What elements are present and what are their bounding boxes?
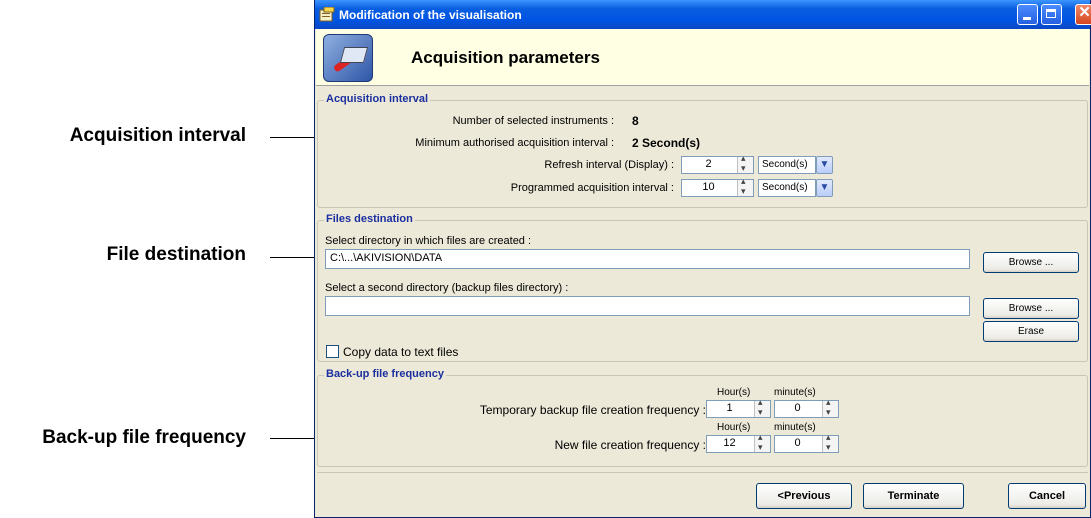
stepper-value: 0 [794,402,801,414]
callout-backup-frequency: Back-up file frequency [42,427,246,448]
copy-to-text-label[interactable]: Copy data to text files [343,345,458,359]
browse-button[interactable]: Browse ... [983,252,1079,273]
erase-button[interactable]: Erase [983,321,1079,342]
second-directory-label: Select a second directory (backup files … [325,282,569,294]
new-hours-stepper[interactable]: 12 [706,432,771,453]
select-value: Second(s) [762,159,808,170]
instruments-value: 8 [632,114,639,128]
close-button[interactable] [1075,2,1091,25]
tools-icon [323,34,373,82]
page-title: Acquisition parameters [411,48,600,67]
dialog-window: Modification of the visualisation Acquis… [314,0,1091,518]
maximize-button[interactable] [1041,4,1062,25]
callout-acquisition-interval: Acquisition interval [69,125,246,146]
dialog-content: Acquisition interval Number of selected … [317,86,1088,472]
copy-to-text-checkbox[interactable] [326,345,339,358]
stepper-value: 12 [723,437,736,449]
minutes-header: minute(s) [774,422,816,433]
stepper-arrows-icon[interactable] [737,153,753,174]
cancel-button[interactable]: Cancel [1008,483,1086,509]
dialog-header: Acquisition parameters [316,29,1089,86]
min-interval-value: 2 Second(s) [632,136,701,150]
stepper-arrows-icon[interactable] [822,397,838,418]
acquisition-interval-group: Acquisition interval Number of selected … [317,93,1088,208]
hours-header: Hour(s) [717,387,751,398]
callout-file-destination: File destination [106,244,246,265]
terminate-button[interactable]: Terminate [863,483,964,509]
stepper-arrows-icon[interactable] [737,176,753,197]
title-bar[interactable]: Modification of the visualisation [315,0,1091,29]
programmed-interval-label: Programmed acquisition interval : [510,182,674,194]
directory-input[interactable]: C:\...\AKIVISION\DATA [325,249,970,269]
programmed-unit-select[interactable]: Second(s) ▼ [758,179,833,197]
temp-hours-stepper[interactable]: 1 [706,397,771,418]
new-minutes-stepper[interactable]: 0 [774,432,839,453]
stepper-value: 2 [705,158,712,170]
window-title: Modification of the visualisation [339,8,522,22]
browse-backup-button[interactable]: Browse ... [983,298,1079,319]
instruments-label: Number of selected instruments : [452,115,614,127]
min-interval-label: Minimum authorised acquisition interval … [415,137,614,149]
refresh-interval-label: Refresh interval (Display) : [544,159,674,171]
files-destination-group: Files destination Select directory in wh… [317,213,1088,362]
minutes-header: minute(s) [774,387,816,398]
stepper-value: 1 [726,402,733,414]
directory-label: Select directory in which files are crea… [325,235,532,247]
chevron-down-icon[interactable]: ▼ [816,156,833,174]
stepper-arrows-icon[interactable] [754,432,770,453]
temp-minutes-stepper[interactable]: 0 [774,397,839,418]
group-title: Files destination [324,213,415,225]
previous-button[interactable]: <Previous [756,483,852,509]
app-icon [319,7,335,22]
refresh-unit-select[interactable]: Second(s) ▼ [758,156,833,174]
group-title: Back-up file frequency [324,368,446,380]
hours-header: Hour(s) [717,422,751,433]
refresh-interval-stepper[interactable]: 2 [681,153,754,174]
stepper-value: 10 [702,181,715,193]
select-value: Second(s) [762,182,808,193]
stepper-arrows-icon[interactable] [754,397,770,418]
second-directory-input[interactable] [325,296,970,316]
chevron-down-icon[interactable]: ▼ [816,179,833,197]
footer-divider [317,472,1088,473]
group-title: Acquisition interval [324,93,431,105]
backup-frequency-group: Back-up file frequency Hour(s) minute(s)… [317,368,1088,467]
programmed-interval-stepper[interactable]: 10 [681,176,754,197]
stepper-value: 0 [794,437,801,449]
temp-backup-label: Temporary backup file creation frequency… [479,403,706,417]
minimize-button[interactable] [1017,4,1038,25]
stepper-arrows-icon[interactable] [822,432,838,453]
new-file-label: New file creation frequency : [554,438,706,452]
